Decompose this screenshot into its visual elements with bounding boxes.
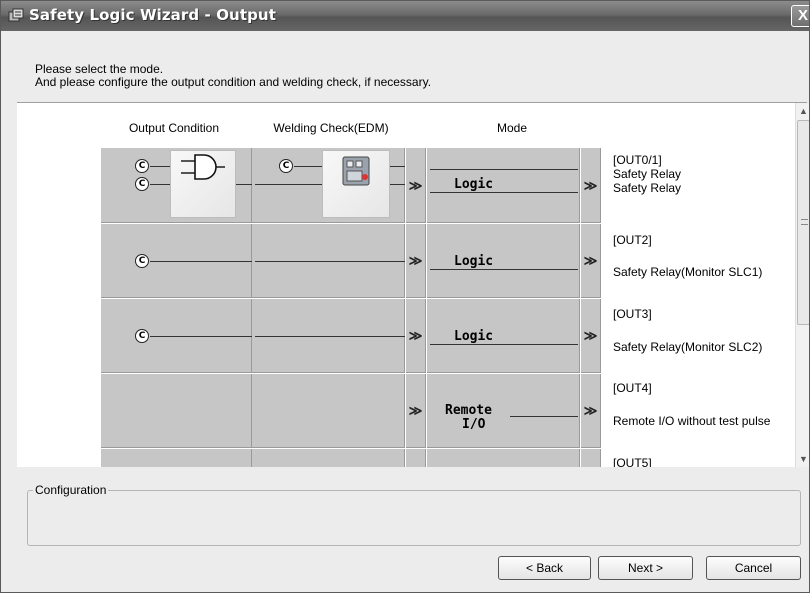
output-id: [OUT5]: [613, 456, 652, 467]
connection-line: [510, 416, 578, 417]
close-button[interactable]: X: [791, 5, 809, 27]
and-gate-icon: [181, 154, 225, 180]
column-header-output-condition: Output Condition: [128, 121, 220, 135]
welding-check-cell[interactable]: [252, 374, 405, 448]
and-gate-button[interactable]: [170, 150, 236, 218]
connection-line: [236, 184, 252, 185]
c-mark-icon: C: [135, 254, 149, 268]
connection-line: [150, 336, 252, 337]
chevron-down-icon[interactable]: ≫: [406, 374, 426, 448]
column-header-welding-check: Welding Check(EDM): [273, 121, 389, 135]
c-mark-icon: C: [135, 159, 149, 173]
column-header-mode: Mode: [496, 121, 528, 135]
chevron-down-icon[interactable]: ≫: [581, 148, 601, 223]
c-mark-icon: C: [135, 177, 149, 191]
cancel-button[interactable]: Cancel: [706, 556, 801, 580]
mode-cell[interactable]: [427, 148, 580, 223]
connection-line: [430, 344, 578, 345]
connection-line: [294, 166, 322, 167]
connection-line: [150, 184, 170, 185]
chevron-down-icon[interactable]: ≫: [581, 224, 601, 298]
scroll-down-icon[interactable]: ▼: [796, 451, 809, 467]
output-condition-cell[interactable]: [101, 449, 252, 467]
configuration-label: Configuration: [33, 483, 109, 497]
app-icon: [8, 8, 24, 22]
output-id: [OUT3]: [613, 307, 652, 321]
wizard-window: Safety Logic Wizard - Output X Please se…: [0, 0, 810, 593]
chevron-down-icon[interactable]: ≫: [406, 148, 426, 223]
wizard-header: Please select the mode. And please confi…: [1, 31, 809, 102]
title-bar: Safety Logic Wizard - Output X: [1, 1, 809, 31]
output-description: Remote I/O without test pulse: [613, 414, 771, 428]
output-condition-cell[interactable]: [101, 374, 252, 448]
connection-line: [255, 261, 405, 262]
connection-line: [430, 269, 578, 270]
c-mark-icon: C: [135, 329, 149, 343]
mode-cell[interactable]: [427, 299, 580, 373]
chevron-down-icon[interactable]: [406, 449, 426, 467]
instruction-line-2: And please configure the output conditio…: [35, 75, 432, 89]
back-button[interactable]: < Back: [498, 556, 591, 580]
output-id: [OUT4]: [613, 381, 652, 395]
window-title: Safety Logic Wizard - Output: [29, 6, 276, 24]
connection-line: [150, 261, 252, 262]
mode-label: Logic: [454, 329, 494, 344]
connection-line: [150, 166, 170, 167]
vertical-scrollbar[interactable]: ▲ ▼: [795, 103, 809, 467]
scroll-up-icon[interactable]: ▲: [796, 103, 809, 119]
output-description: Safety Relay: [613, 181, 682, 195]
mode-label: Logic: [454, 254, 494, 269]
connection-line: [255, 184, 322, 185]
connection-line: [255, 336, 405, 337]
connection-line: [390, 166, 405, 167]
mode-cell[interactable]: [427, 224, 580, 298]
mode-label: I/O: [462, 417, 486, 432]
connection-line: [430, 169, 578, 170]
mode-label: Remote: [445, 403, 492, 418]
chevron-down-icon[interactable]: ≫: [581, 374, 601, 448]
mode-cell[interactable]: [427, 449, 580, 467]
chevron-down-icon[interactable]: [581, 449, 601, 467]
next-button[interactable]: Next >: [598, 556, 693, 580]
output-id: [OUT2]: [613, 233, 652, 247]
chevron-down-icon[interactable]: ≫: [406, 299, 426, 373]
relay-icon: [342, 156, 370, 186]
relay-button[interactable]: [322, 150, 390, 218]
welding-check-cell[interactable]: [252, 449, 405, 467]
output-description: Safety Relay(Monitor SLC2): [613, 340, 763, 354]
chevron-down-icon[interactable]: ≫: [581, 299, 601, 373]
connection-line: [390, 184, 405, 185]
connection-line: [430, 192, 578, 193]
output-config-pane[interactable]: Output Condition Welding Check(EDM) Mode…: [17, 103, 795, 467]
scroll-thumb[interactable]: [797, 120, 809, 325]
chevron-down-icon[interactable]: ≫: [406, 224, 426, 298]
output-id: [OUT0/1]: [613, 153, 662, 167]
configuration-group: [27, 490, 801, 546]
output-description: Safety Relay: [613, 167, 682, 181]
c-mark-icon: C: [279, 159, 293, 173]
instruction-line-1: Please select the mode.: [35, 62, 164, 76]
mode-label: Logic: [454, 177, 494, 192]
grip-icon: [801, 219, 808, 225]
output-description: Safety Relay(Monitor SLC1): [613, 265, 763, 279]
